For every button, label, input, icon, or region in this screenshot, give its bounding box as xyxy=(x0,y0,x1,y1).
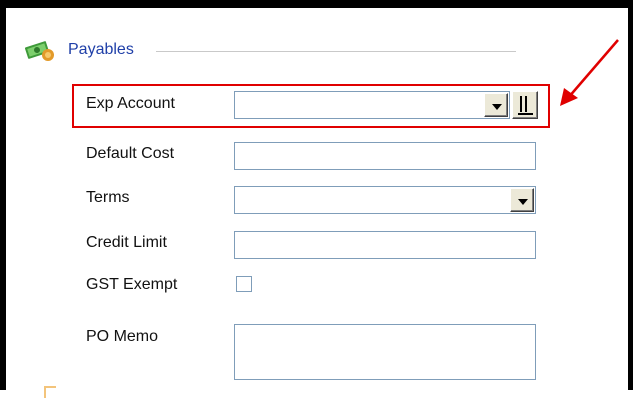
po-memo-label: PO Memo xyxy=(86,328,159,345)
annotation-highlight-box xyxy=(72,84,550,128)
po-memo-textarea[interactable] xyxy=(234,324,536,380)
gst-exempt-checkbox[interactable] xyxy=(236,276,252,292)
window-frame: Payables Exp Account Default Cost Terms … xyxy=(0,0,633,398)
terms-dropdown-button[interactable] xyxy=(510,188,534,212)
credit-limit-label: Credit Limit xyxy=(86,234,167,251)
section-title: Payables xyxy=(68,41,134,58)
credit-limit-input[interactable] xyxy=(234,231,536,259)
partial-icon xyxy=(44,386,56,398)
section-divider xyxy=(156,51,516,52)
payables-section-header: Payables xyxy=(24,38,544,62)
terms-dropdown[interactable] xyxy=(234,186,536,214)
default-cost-label: Default Cost xyxy=(86,145,175,162)
terms-label: Terms xyxy=(86,189,130,206)
money-icon xyxy=(24,41,54,61)
annotation-arrow xyxy=(560,39,619,106)
gst-exempt-label: GST Exempt xyxy=(86,276,178,293)
default-cost-input[interactable] xyxy=(234,142,536,170)
